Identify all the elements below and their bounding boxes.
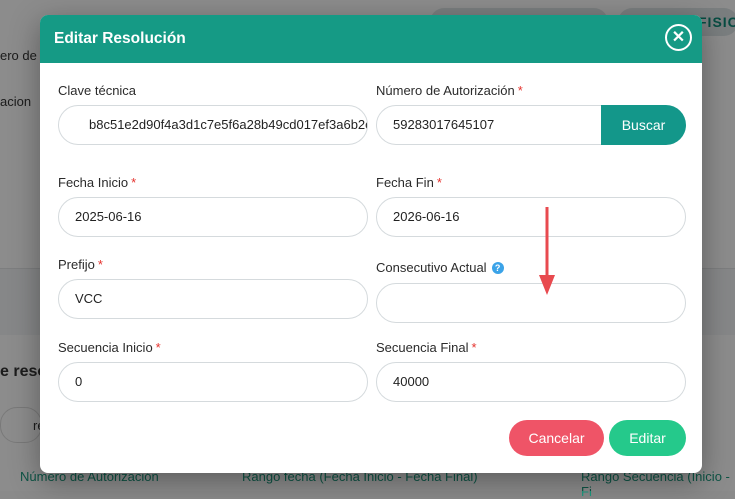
cancel-button[interactable]: Cancelar [509, 420, 604, 456]
numero-autorizacion-input[interactable]: 59283017645107 [376, 105, 606, 145]
fecha-inicio-label: Fecha Inicio * [58, 175, 137, 190]
prefijo-label: Prefijo * [58, 257, 103, 272]
clave-tecnica-input[interactable]: b8c51e2d90f4a3d1c7e5f6a28b49cd017ef3a6b2… [58, 105, 368, 145]
fecha-inicio-input[interactable]: 2025-06-16 [58, 197, 368, 237]
secuencia-inicio-label: Secuencia Inicio * [58, 340, 161, 355]
edit-button[interactable]: Editar [609, 420, 686, 456]
secuencia-inicio-input[interactable]: 0 [58, 362, 368, 402]
clave-tecnica-label: Clave técnica [58, 83, 137, 98]
search-button[interactable]: Buscar [601, 105, 686, 145]
secuencia-final-label: Secuencia Final * [376, 340, 477, 355]
close-icon[interactable]: ✕ [665, 24, 692, 51]
consecutivo-actual-input[interactable] [376, 283, 686, 323]
required-marker: * [131, 175, 137, 190]
required-marker: * [471, 340, 477, 355]
numero-autorizacion-label: Número de Autorización * [376, 83, 523, 98]
modal-header: Editar Resolución ✕ [40, 15, 702, 63]
required-marker: * [155, 340, 161, 355]
fecha-fin-label: Fecha Fin * [376, 175, 442, 190]
red-down-arrow-icon [539, 207, 555, 295]
fecha-fin-input[interactable]: 2026-06-16 [376, 197, 686, 237]
consecutivo-actual-label: Consecutivo Actual? [376, 260, 504, 275]
required-marker: * [436, 175, 442, 190]
required-marker: * [97, 257, 103, 272]
required-marker: * [517, 83, 523, 98]
secuencia-final-input[interactable]: 40000 [376, 362, 686, 402]
prefijo-input[interactable]: VCC [58, 279, 368, 319]
question-icon[interactable]: ? [491, 262, 504, 274]
modal-title: Editar Resolución [54, 30, 186, 47]
edit-resolution-modal: Editar Resolución ✕ Clave técnica b8c51e… [40, 15, 702, 473]
